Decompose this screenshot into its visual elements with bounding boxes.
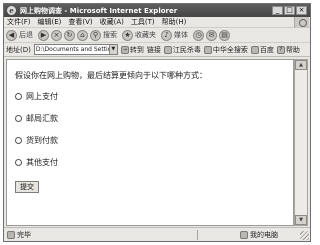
link-zhonghua[interactable]: 中华全搜索	[203, 45, 248, 55]
radio-button[interactable]	[15, 159, 22, 166]
survey-question: 假设你在网上购物，最后结算更倾向于以下哪种方式：	[15, 71, 207, 80]
option-label[interactable]: 货到付款	[26, 135, 58, 146]
mail-icon[interactable]: ✉	[206, 29, 217, 41]
windows-logo-icon	[294, 17, 309, 28]
help-icon: ?	[276, 45, 285, 54]
menu-file[interactable]: 文件(F)	[7, 17, 31, 27]
close-button[interactable]: ×	[296, 6, 307, 15]
media-icon[interactable]: ♪	[161, 29, 172, 41]
internet-explorer-icon: e	[7, 6, 16, 15]
status-zone: 我的电脑	[240, 230, 278, 240]
go-arrow-icon: →	[120, 45, 129, 54]
vertical-scrollbar[interactable]: ▲ ▼	[294, 59, 308, 226]
search-icon[interactable]: ⚲	[90, 29, 101, 41]
option-label[interactable]: 网上支付	[26, 91, 58, 102]
option-label[interactable]: 邮局汇款	[26, 113, 58, 124]
menu-help[interactable]: 帮助(H)	[162, 17, 187, 27]
status-bar: 完毕 我的电脑	[4, 227, 310, 241]
option-label[interactable]: 其他支付	[26, 157, 58, 168]
link-label: 百度	[259, 45, 274, 54]
link-jiangmin[interactable]: 江民杀毒	[163, 45, 201, 55]
address-dropdown-icon[interactable]: ▼	[108, 45, 117, 54]
search-site-icon	[203, 45, 212, 54]
option-other-payment[interactable]: 其他支付	[15, 157, 285, 168]
my-computer-icon	[240, 230, 248, 239]
link-help[interactable]: ? 帮助	[276, 45, 300, 55]
address-bar: 地址(D) D:\Documents and Settings ▼ → 转到 链…	[4, 43, 310, 57]
maximize-button[interactable]: □	[284, 6, 295, 15]
link-label: 帮助	[285, 45, 300, 54]
address-value[interactable]: D:\Documents and Settings	[36, 45, 109, 54]
radio-button[interactable]	[15, 137, 22, 144]
favorites-label[interactable]: 收藏夹	[135, 30, 156, 40]
refresh-icon[interactable]: ↻	[64, 29, 75, 41]
links-label[interactable]: 链接	[147, 45, 161, 55]
standard-toolbar: ◀ 后退 ▶ × ↻ ⌂ ⚲ 搜索 ★ 收藏夹 ♪ 媒体 ◷ ✉ ▤	[4, 28, 310, 43]
go-label: 转到	[129, 45, 144, 54]
forward-icon[interactable]: ▶	[38, 29, 49, 41]
menu-favorites[interactable]: 收藏(A)	[100, 17, 124, 27]
antivirus-icon	[163, 45, 172, 54]
stop-icon[interactable]: ×	[51, 29, 62, 41]
option-postal-remittance[interactable]: 邮局汇款	[15, 113, 285, 124]
favorites-icon[interactable]: ★	[122, 29, 133, 41]
page-done-icon	[7, 230, 15, 239]
status-divider	[197, 229, 198, 240]
window-controls: _ □ ×	[272, 6, 307, 15]
scroll-up-icon[interactable]: ▲	[295, 60, 307, 70]
submit-button[interactable]: 提交	[15, 181, 39, 193]
baidu-icon	[250, 45, 259, 54]
go-button[interactable]: → 转到	[120, 45, 144, 55]
option-cash-on-delivery[interactable]: 货到付款	[15, 135, 285, 146]
menu-edit[interactable]: 编辑(E)	[38, 17, 62, 27]
option-online-payment[interactable]: 网上支付	[15, 91, 285, 102]
print-icon[interactable]: ▤	[219, 29, 230, 41]
scroll-down-icon[interactable]: ▼	[295, 215, 307, 225]
page-content: 假设你在网上购物，最后结算更倾向于以下哪种方式： 网上支付 邮局汇款 货到付款 …	[6, 59, 294, 226]
radio-button[interactable]	[15, 115, 22, 122]
search-label[interactable]: 搜索	[103, 30, 117, 40]
menu-view[interactable]: 查看(V)	[68, 17, 92, 27]
radio-button[interactable]	[15, 93, 22, 100]
title-bar: e 网上购物调查 - Microsoft Internet Explorer _…	[4, 4, 310, 17]
address-input[interactable]: D:\Documents and Settings ▼	[33, 44, 118, 55]
resize-grip-icon[interactable]	[300, 231, 309, 240]
link-baidu[interactable]: 百度	[250, 45, 274, 55]
media-label[interactable]: 媒体	[174, 30, 188, 40]
back-icon[interactable]: ◀	[6, 29, 17, 41]
minimize-button[interactable]: _	[272, 6, 283, 15]
menu-bar: 文件(F) 编辑(E) 查看(V) 收藏(A) 工具(T) 帮助(H)	[4, 17, 310, 28]
zone-text: 我的电脑	[250, 230, 278, 239]
address-label: 地址(D)	[6, 45, 31, 54]
link-label: 中华全搜索	[212, 45, 248, 54]
status-text: 完毕	[17, 230, 31, 239]
status-left: 完毕	[7, 230, 197, 240]
history-icon[interactable]: ◷	[193, 29, 204, 41]
home-icon[interactable]: ⌂	[77, 29, 88, 41]
window-title: 网上购物调查 - Microsoft Internet Explorer	[20, 6, 178, 15]
menu-tools[interactable]: 工具(T)	[131, 17, 155, 27]
link-label: 江民杀毒	[172, 45, 201, 54]
browser-window: e 网上购物调查 - Microsoft Internet Explorer _…	[3, 3, 311, 242]
back-label[interactable]: 后退	[19, 30, 33, 40]
